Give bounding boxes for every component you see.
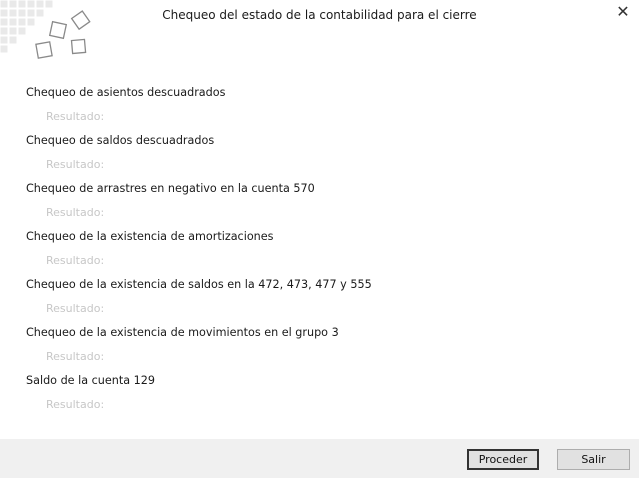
close-icon[interactable]: ✕ [613, 3, 633, 23]
check-label: Chequeo de la existencia de saldos en la… [26, 278, 372, 291]
check-label: Chequeo de saldos descuadrados [26, 134, 215, 147]
check-label: Chequeo de asientos descuadrados [26, 86, 226, 99]
exit-button[interactable]: Salir [557, 449, 630, 470]
check-item: Chequeo de la existencia de movimientos … [26, 324, 372, 372]
check-item: Chequeo de saldos descuadrados Resultado… [26, 132, 372, 180]
check-item: Chequeo de la existencia de saldos en la… [26, 276, 372, 324]
window-title: Chequeo del estado de la contabilidad pa… [162, 8, 477, 22]
check-item: Saldo de la cuenta 129 Resultado: [26, 372, 372, 420]
check-label: Saldo de la cuenta 129 [26, 374, 155, 387]
check-item: Chequeo de asientos descuadrados Resulta… [26, 84, 372, 132]
check-label: Chequeo de arrastres en negativo en la c… [26, 182, 315, 195]
check-result: Resultado: [46, 158, 105, 171]
check-result: Resultado: [46, 110, 105, 123]
check-label: Chequeo de la existencia de movimientos … [26, 326, 339, 339]
dialog-footer: Proceder Salir [0, 439, 639, 478]
check-result: Resultado: [46, 206, 105, 219]
check-item: Chequeo de la existencia de amortizacion… [26, 228, 372, 276]
check-list: Chequeo de asientos descuadrados Resulta… [26, 84, 372, 420]
check-result: Resultado: [46, 350, 105, 363]
check-item: Chequeo de arrastres en negativo en la c… [26, 180, 372, 228]
check-result: Resultado: [46, 254, 105, 267]
check-result: Resultado: [46, 302, 105, 315]
proceed-button[interactable]: Proceder [467, 449, 539, 470]
check-result: Resultado: [46, 398, 105, 411]
check-label: Chequeo de la existencia de amortizacion… [26, 230, 274, 243]
